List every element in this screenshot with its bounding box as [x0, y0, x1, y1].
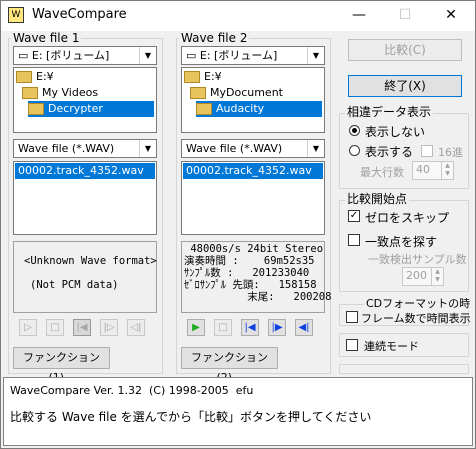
- tree-item-label: E:¥: [36, 70, 54, 83]
- info-line: <Unknown Wave format>: [24, 255, 157, 267]
- hide-radio[interactable]: [349, 125, 360, 136]
- skip-zero-checkbox[interactable]: ✓: [348, 210, 360, 222]
- info-line: 末尾: 200208: [184, 291, 332, 303]
- play-button-2[interactable]: ▶: [187, 319, 205, 336]
- folder-open-icon: [184, 71, 200, 83]
- to-end-button-2[interactable]: ◀|: [295, 319, 313, 336]
- function-1-button[interactable]: ファンクション(1)...: [13, 347, 110, 384]
- frame-time-checkbox[interactable]: [346, 311, 358, 323]
- wave-file-2-label: Wave file 2: [179, 31, 250, 45]
- max-lines-value: 40: [416, 163, 430, 176]
- diff-display-label: 相違データ表示: [345, 105, 434, 119]
- maximize-button[interactable]: ☐: [382, 1, 428, 30]
- folder-open-icon: [16, 71, 32, 83]
- info-line: (Not PCM data): [30, 279, 119, 291]
- info-line: 48000s/s 24bit Stereo: [184, 243, 324, 255]
- hide-radio-label[interactable]: 表示しない: [365, 123, 425, 140]
- filetype-select-1-value: Wave file (*.WAV): [18, 142, 115, 155]
- compare-start-label: 比較開始点: [345, 192, 410, 206]
- blank-group: [339, 364, 469, 374]
- tree-item-selected[interactable]: Audacity: [196, 101, 322, 117]
- file-list-1[interactable]: 00002.track_4352.wav: [13, 161, 157, 235]
- to-start-button-1[interactable]: |◀: [73, 319, 91, 336]
- drive-icon: ▭: [18, 49, 32, 62]
- folder-open-icon: [196, 103, 212, 115]
- find-match-label[interactable]: 一致点を探す: [365, 233, 437, 250]
- cd-format-label: CDフォーマットの時: [364, 297, 473, 310]
- close-button[interactable]: ✕: [428, 1, 474, 30]
- match-samples-label: 一致検出サンプル数: [368, 253, 467, 266]
- window-title: WaveCompare: [32, 7, 127, 22]
- tree-item-parent[interactable]: My Videos: [22, 85, 98, 101]
- skip-zero-label[interactable]: ゼロをスキップ: [365, 209, 449, 226]
- info-line: ｾﾞﾛｻﾝﾌﾟﾙ 先頭: 158158: [184, 279, 317, 291]
- drive-select-1-value: E: [ボリューム]: [31, 49, 110, 62]
- chevron-down-icon[interactable]: ▼: [139, 47, 156, 64]
- tree-item-label: My Videos: [42, 86, 99, 99]
- match-samples-spinner[interactable]: 200 ▲ ▼: [402, 267, 444, 286]
- folder-open-icon: [22, 87, 38, 99]
- continuous-checkbox[interactable]: [346, 339, 358, 351]
- tree-item-label: Audacity: [216, 102, 265, 115]
- stop-button-2[interactable]: □: [214, 319, 232, 336]
- tree-item-root[interactable]: E:¥: [16, 69, 54, 85]
- stop-button-1[interactable]: □: [46, 319, 64, 336]
- hex-checkbox-label: 16進: [438, 146, 463, 159]
- play-button-1[interactable]: ▷: [19, 319, 37, 336]
- folder-open-icon: [28, 103, 44, 115]
- match-samples-value: 200: [406, 269, 427, 282]
- drive-select-2[interactable]: ▭ E: [ボリューム] ▼: [181, 46, 325, 65]
- filetype-select-1[interactable]: Wave file (*.WAV) ▼: [13, 139, 157, 158]
- frame-time-label[interactable]: フレーム数で時間表示: [361, 310, 471, 326]
- show-radio[interactable]: [349, 145, 360, 156]
- folder-tree-2[interactable]: E:¥ MyDocument Audacity: [181, 67, 325, 133]
- info-line: 演奏時間 : 69m52s35: [184, 255, 315, 267]
- tree-item-parent[interactable]: MyDocument: [190, 85, 283, 101]
- drive-icon: ▭: [186, 49, 200, 62]
- max-lines-spinner[interactable]: 40 ▲ ▼: [412, 161, 454, 180]
- status-line-2: 比較する Wave file を選んでから「比較」ボタンを押してください: [10, 410, 372, 424]
- wave-info-1: [13, 241, 157, 313]
- tree-item-label: Decrypter: [48, 102, 103, 115]
- filetype-select-2[interactable]: Wave file (*.WAV) ▼: [181, 139, 325, 158]
- drive-select-2-value: E: [ボリューム]: [199, 49, 278, 62]
- status-line-1: WaveCompare Ver. 1.32 (C) 1998-2005 efu: [10, 384, 254, 397]
- max-lines-label: 最大行数: [360, 166, 404, 179]
- filetype-select-2-value: Wave file (*.WAV): [186, 142, 283, 155]
- tree-item-selected[interactable]: Decrypter: [28, 101, 154, 117]
- folder-open-icon: [190, 87, 206, 99]
- find-match-checkbox[interactable]: [348, 234, 360, 246]
- to-match-button-2[interactable]: |▶: [268, 319, 286, 336]
- tree-item-label: MyDocument: [210, 86, 283, 99]
- status-area: WaveCompare Ver. 1.32 (C) 1998-2005 efu …: [3, 377, 473, 446]
- chevron-down-icon[interactable]: ▼: [139, 140, 156, 157]
- chevron-down-icon[interactable]: ▼: [307, 47, 324, 64]
- file-list-2[interactable]: 00002.track_4352.wav: [181, 161, 325, 235]
- spin-arrows-icon[interactable]: ▲ ▼: [431, 268, 443, 285]
- minimize-button[interactable]: —: [336, 1, 382, 30]
- to-start-button-2[interactable]: |◀: [241, 319, 259, 336]
- info-line: ｻﾝﾌﾟﾙ数 : 201233040: [184, 267, 310, 279]
- continuous-label[interactable]: 連続モード: [364, 338, 419, 354]
- tree-item-label: E:¥: [204, 70, 222, 83]
- chevron-down-icon[interactable]: ▼: [307, 140, 324, 157]
- compare-button[interactable]: 比較(C): [348, 39, 462, 61]
- file-item[interactable]: 00002.track_4352.wav: [15, 163, 155, 179]
- to-end-button-1[interactable]: ◁|: [127, 319, 145, 336]
- folder-tree-1[interactable]: E:¥ My Videos Decrypter: [13, 67, 157, 133]
- wave-file-1-label: Wave file 1: [11, 31, 82, 45]
- spin-arrows-icon[interactable]: ▲ ▼: [441, 162, 453, 179]
- file-item[interactable]: 00002.track_4352.wav: [183, 163, 323, 179]
- hex-checkbox[interactable]: [421, 145, 433, 157]
- wave-app-icon[interactable]: W: [8, 7, 24, 23]
- show-radio-label[interactable]: 表示する: [365, 143, 413, 160]
- tree-item-root[interactable]: E:¥: [184, 69, 222, 85]
- function-2-button[interactable]: ファンクション(2)...: [181, 347, 278, 384]
- drive-select-1[interactable]: ▭ E: [ボリューム] ▼: [13, 46, 157, 65]
- to-match-button-1[interactable]: |▷: [100, 319, 118, 336]
- exit-button[interactable]: 終了(X): [348, 75, 462, 97]
